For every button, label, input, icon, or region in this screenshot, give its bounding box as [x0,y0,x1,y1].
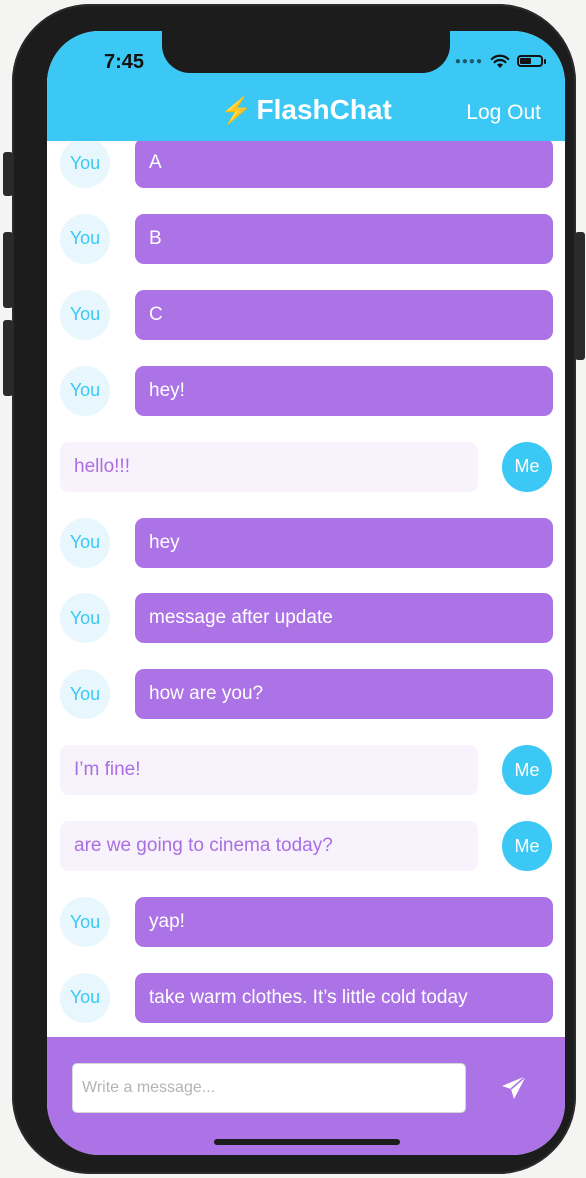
message-row: hey! You [47,365,565,416]
send-button[interactable] [499,1075,529,1103]
app-title-text: FlashChat [256,94,392,125]
message-row: yap! You [47,897,565,947]
sender-avatar: You [60,289,110,340]
message-bubble: hello!!! [60,441,478,492]
sender-avatar: You [60,141,110,188]
status-icons: ●●●● [454,51,546,71]
message-row: message after update You [47,593,565,644]
message-bubble: B [135,213,553,264]
mute-switch [3,152,13,196]
sender-avatar: You [60,213,110,264]
logout-button[interactable]: Log Out [466,101,541,125]
message-composer [47,1037,565,1155]
notch [162,31,450,73]
message-input[interactable] [72,1063,466,1113]
message-bubble: take warm clothes. It’s little cold toda… [135,972,553,1023]
message-bubble: hey [135,517,553,568]
nav-bar: 7:45 ●●●● ⚡ FlashChat Log Out [47,31,565,141]
message-row: how are you? You [47,669,565,720]
battery-icon [517,55,546,67]
paper-plane-icon [502,1075,527,1099]
sender-avatar: You [60,593,110,644]
message-bubble: I’m fine! [60,745,478,796]
message-row: hey You [47,517,565,568]
signal-dots-icon: ●●●● [454,55,483,67]
status-time: 7:45 [103,51,145,73]
message-row: I’m fine! Me [47,745,565,796]
message-row: A You [47,141,565,188]
message-bubble: A [135,141,553,188]
volume-up-button [3,232,13,308]
app-screen: 7:45 ●●●● ⚡ FlashChat Log Out A You B You C Y… [47,31,565,1155]
message-bubble: how are you? [135,669,553,720]
message-bubble: hey! [135,365,553,416]
message-bubble: message after update [135,593,553,644]
lightning-bolt-icon: ⚡ [220,95,253,125]
volume-down-button [3,320,13,396]
message-row: take warm clothes. It’s little cold toda… [47,972,565,1023]
power-button [575,232,585,360]
home-indicator [214,1139,400,1145]
message-bubble: yap! [135,897,553,947]
sender-avatar: Me [502,441,552,492]
wifi-icon [490,54,510,68]
message-list[interactable]: A You B You C You hey! You hello!!! Me hey You messa… [47,141,565,1037]
message-row: are we going to cinema today? Me [47,821,565,872]
sender-avatar: You [60,972,110,1023]
sender-avatar: You [60,669,110,720]
message-row: B You [47,213,565,264]
message-row: hello!!! Me [47,441,565,492]
phone-frame: 7:45 ●●●● ⚡ FlashChat Log Out A You B You C Y… [3,4,585,1174]
sender-avatar: You [60,517,110,568]
sender-avatar: Me [502,821,552,872]
message-bubble: are we going to cinema today? [60,821,478,872]
message-bubble: C [135,289,553,340]
sender-avatar: You [60,897,110,947]
message-row: C You [47,289,565,340]
sender-avatar: Me [502,745,552,796]
sender-avatar: You [60,365,110,416]
